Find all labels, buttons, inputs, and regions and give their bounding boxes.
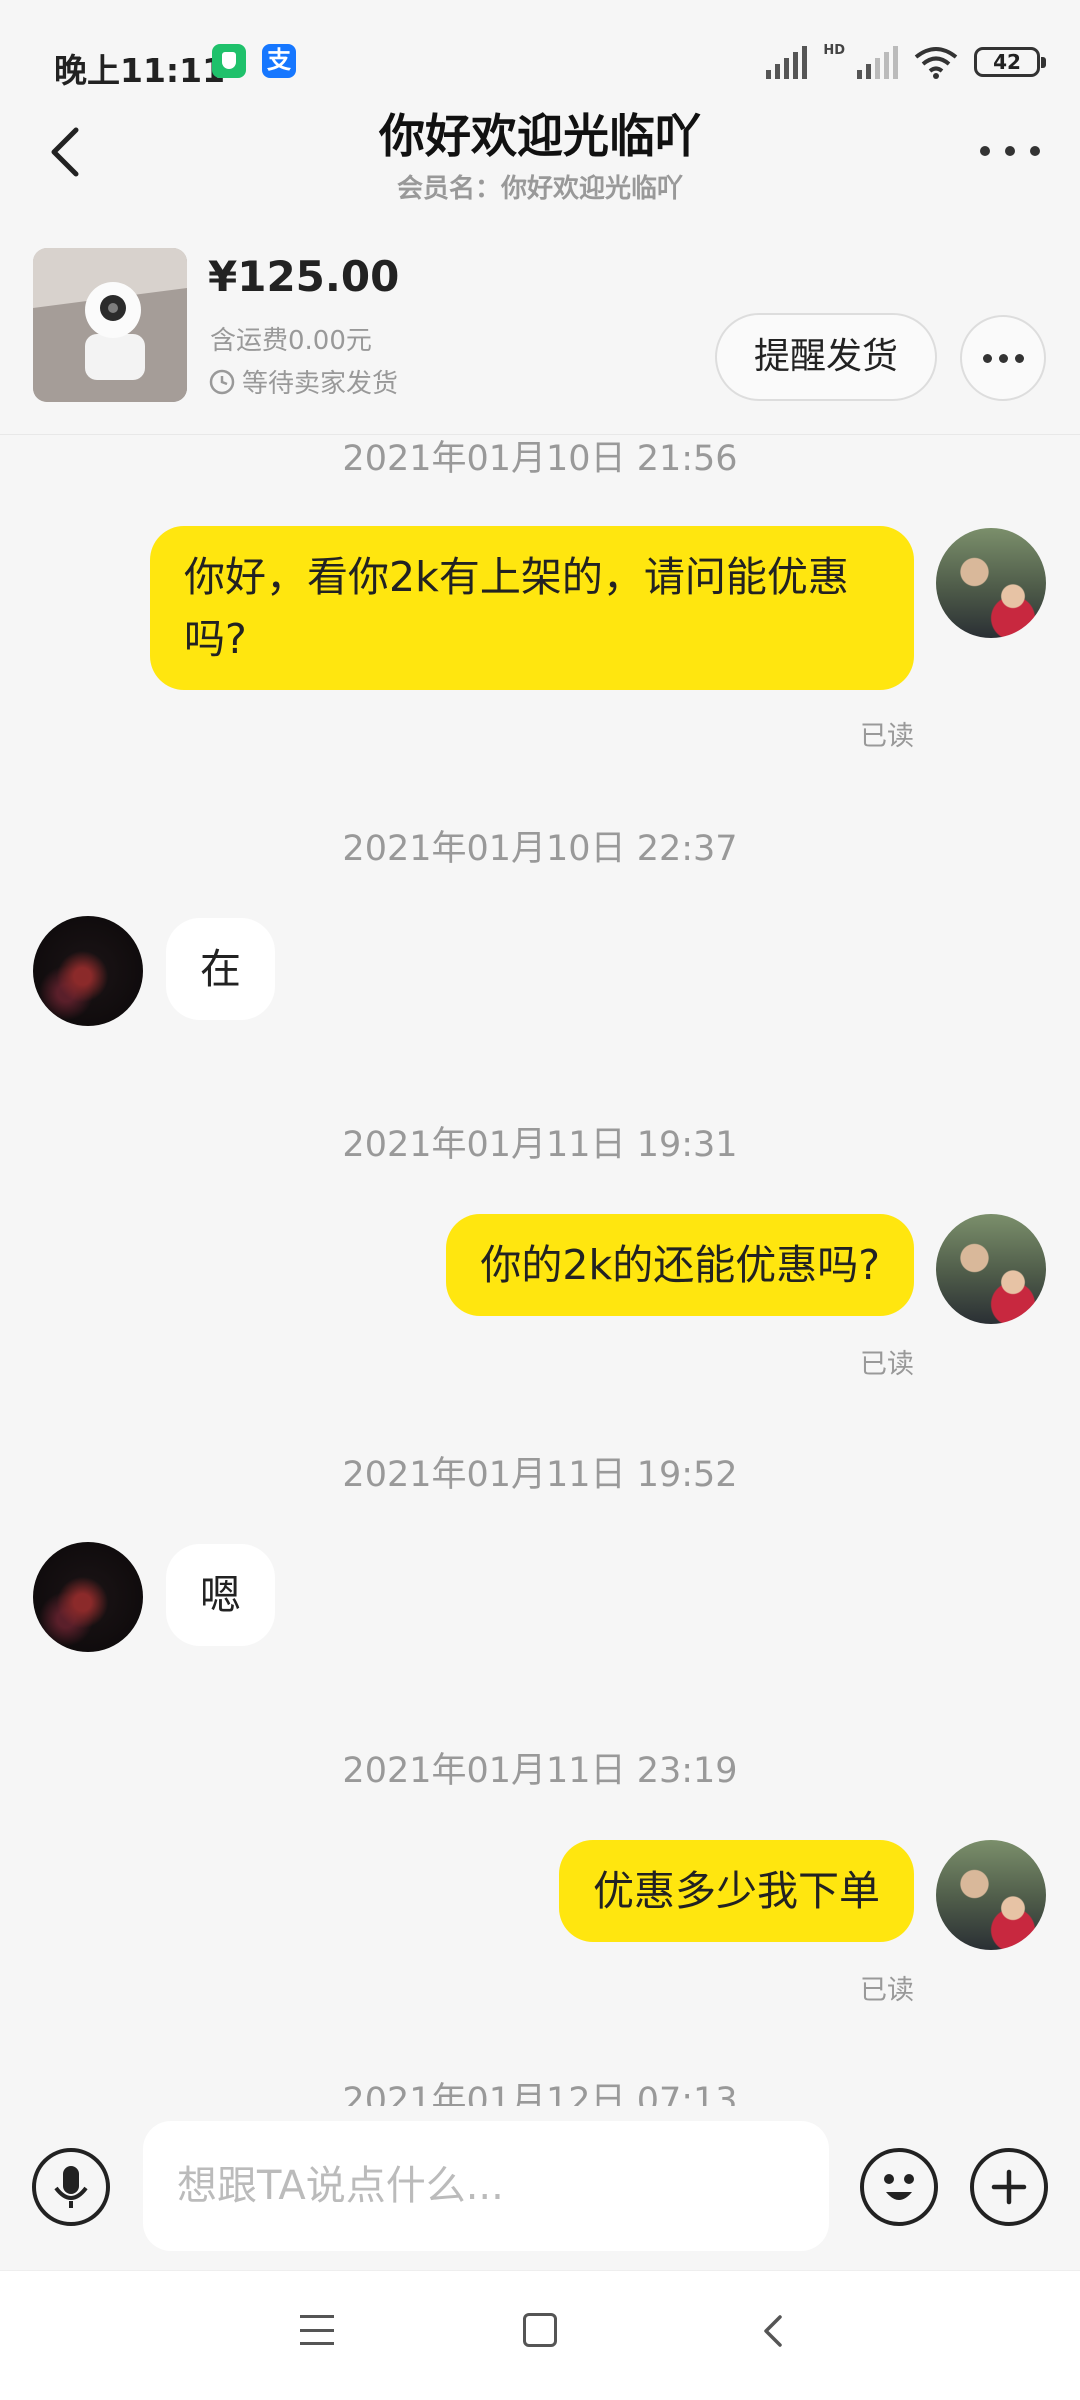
remind-ship-button[interactable]: 提醒发货 bbox=[715, 313, 937, 401]
wifi-icon bbox=[914, 47, 958, 79]
message-timestamp: 2021年01月11日 19:31 bbox=[342, 1125, 738, 1165]
more-icon[interactable] bbox=[980, 136, 1040, 166]
security-app-icon bbox=[212, 44, 246, 78]
order-price: ¥125.00 bbox=[208, 252, 400, 301]
input-bar: 想跟TA说点什么... bbox=[0, 2106, 1080, 2270]
mic-icon[interactable] bbox=[32, 2148, 110, 2226]
alipay-app-icon: 支 bbox=[262, 44, 296, 78]
chat-title: 你好欢迎光临吖 bbox=[379, 109, 701, 163]
read-receipt: 已读 bbox=[860, 1349, 914, 1380]
chat-header: 你好欢迎光临吖 会员名：你好欢迎光临吖 bbox=[0, 100, 1080, 210]
battery-indicator: 42 bbox=[974, 47, 1046, 77]
nav-back-icon[interactable] bbox=[754, 2311, 794, 2351]
member-name: 会员名：你好欢迎光临吖 bbox=[396, 174, 683, 204]
message-timestamp: 2021年01月10日 21:56 bbox=[342, 439, 738, 479]
read-receipt: 已读 bbox=[860, 721, 914, 752]
status-time: 晚上11:11 bbox=[54, 51, 226, 90]
message-bubble-mine[interactable]: 你好，看你2k有上架的，请问能优惠吗? bbox=[150, 526, 914, 690]
emoji-icon[interactable] bbox=[860, 2148, 938, 2226]
order-status: 等待卖家发货 bbox=[208, 363, 398, 400]
status-bar: 晚上11:11 支 HD 42 bbox=[0, 0, 1080, 110]
nav-home-icon[interactable] bbox=[523, 2313, 557, 2347]
message-input[interactable]: 想跟TA说点什么... bbox=[143, 2121, 829, 2251]
seller-avatar[interactable] bbox=[33, 916, 143, 1026]
order-card[interactable]: ¥125.00 含运费0.00元 等待卖家发货 提醒发货 bbox=[0, 230, 1080, 435]
plus-icon[interactable] bbox=[970, 2148, 1048, 2226]
network-type-label: HD bbox=[823, 42, 845, 58]
my-avatar[interactable] bbox=[936, 1840, 1046, 1950]
nav-menu-icon[interactable] bbox=[300, 2315, 334, 2345]
seller-avatar[interactable] bbox=[33, 1542, 143, 1652]
my-avatar[interactable] bbox=[936, 1214, 1046, 1324]
status-indicators: HD 42 bbox=[766, 42, 1046, 82]
message-timestamp: 2021年01月11日 23:19 bbox=[342, 1751, 738, 1791]
clock-icon bbox=[209, 369, 235, 394]
message-list[interactable]: 2021年01月10日 21:56 你好，看你2k有上架的，请问能优惠吗? 已读… bbox=[0, 436, 1080, 2106]
message-bubble-mine[interactable]: 你的2k的还能优惠吗? bbox=[446, 1214, 914, 1316]
message-bubble-other[interactable]: 在 bbox=[166, 918, 275, 1020]
product-thumbnail[interactable] bbox=[33, 248, 187, 402]
read-receipt: 已读 bbox=[860, 1975, 914, 2006]
message-timestamp: 2021年01月10日 22:37 bbox=[342, 829, 738, 869]
message-bubble-other[interactable]: 嗯 bbox=[166, 1544, 275, 1646]
signal-icon bbox=[766, 45, 808, 79]
shipping-fee: 含运费0.00元 bbox=[210, 326, 372, 356]
message-bubble-mine[interactable]: 优惠多少我下单 bbox=[559, 1840, 914, 1942]
message-timestamp: 2021年01月11日 19:52 bbox=[342, 1455, 738, 1495]
system-nav-bar bbox=[0, 2270, 1080, 2400]
signal-2-icon bbox=[857, 45, 898, 79]
message-timestamp: 2021年01月12日 07:13 bbox=[342, 2081, 738, 2106]
order-more-button[interactable] bbox=[960, 315, 1046, 401]
order-status-text: 等待卖家发货 bbox=[242, 369, 399, 399]
my-avatar[interactable] bbox=[936, 528, 1046, 638]
